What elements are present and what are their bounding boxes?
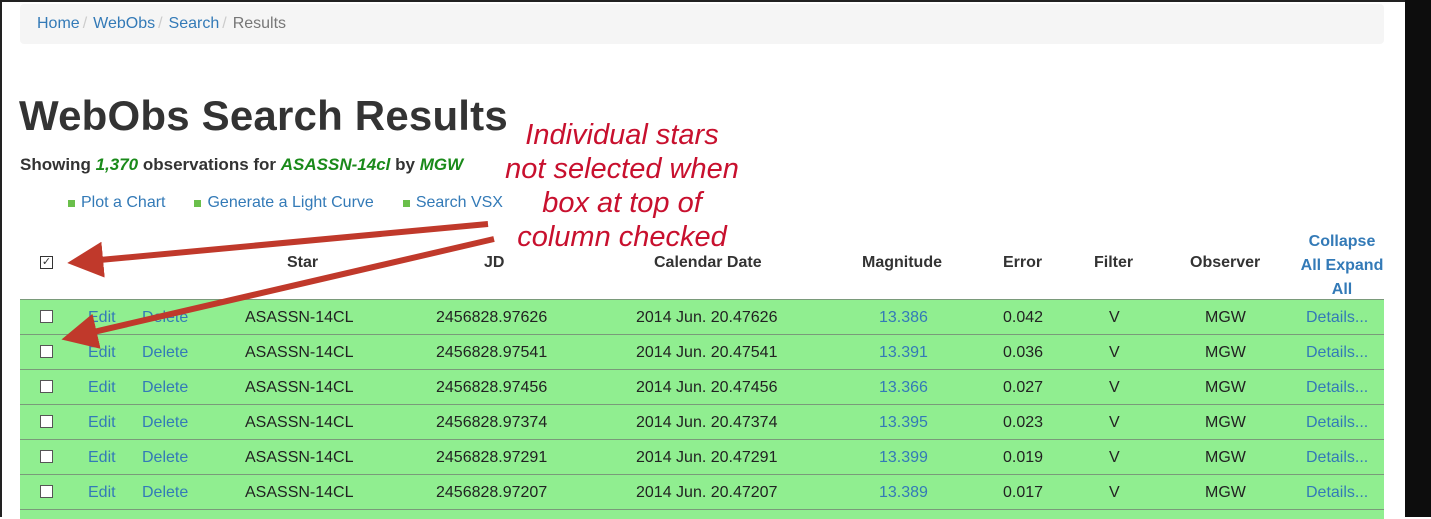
annotation-arrows — [61, 221, 495, 349]
